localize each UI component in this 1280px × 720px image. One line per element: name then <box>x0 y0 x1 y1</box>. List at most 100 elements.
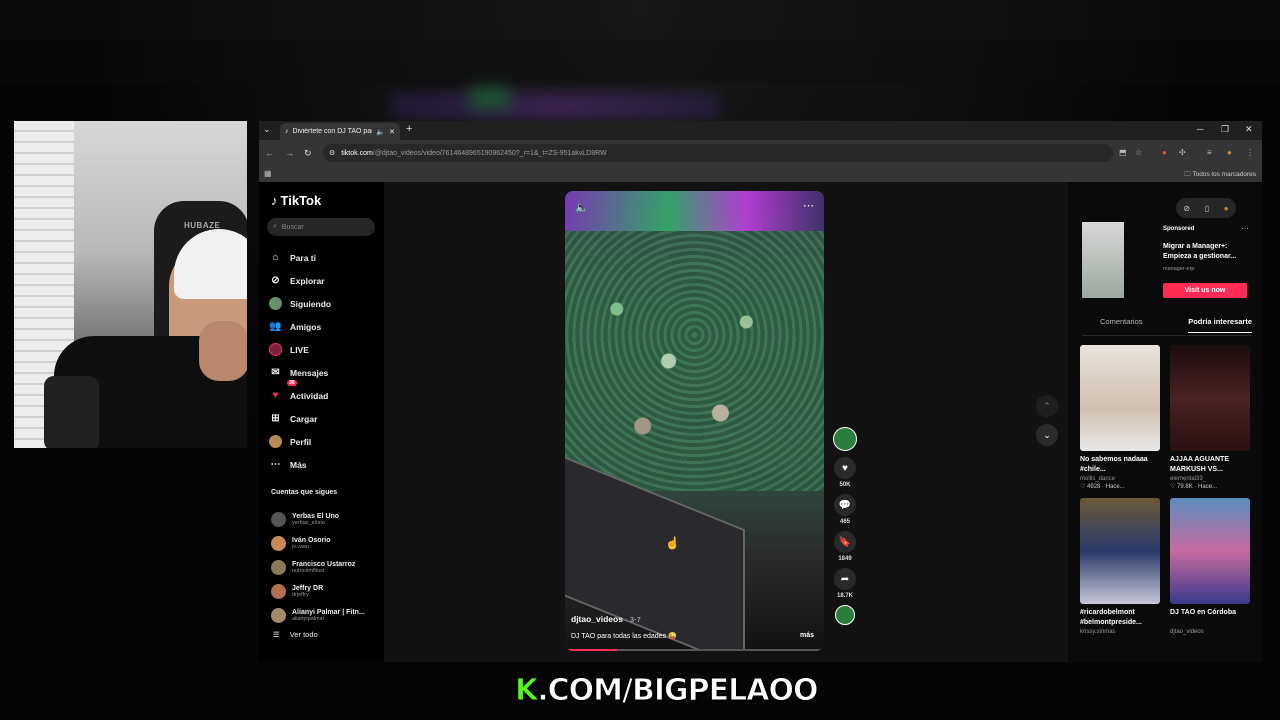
activity-icon: ♥ <box>272 390 279 401</box>
search-icon: ⌕ <box>273 223 277 230</box>
ad-more-icon[interactable]: ⋯ <box>1241 224 1249 233</box>
tiktok-favicon-icon: ♪ <box>285 128 289 135</box>
tab-podria-interesarte[interactable]: Podría interesarte <box>1188 317 1252 333</box>
site-info-icon[interactable]: ⚙ <box>329 149 335 157</box>
following-header: Cuentas que sigues <box>271 489 338 496</box>
nav-explorar[interactable]: ⊘ Explorar <box>269 269 331 292</box>
video-thumbnail <box>1170 498 1250 604</box>
back-icon[interactable]: ← <box>265 148 274 158</box>
new-tab-button[interactable]: + <box>406 123 412 135</box>
browser-menu-icon[interactable]: ⋮ <box>1246 148 1254 157</box>
video-player[interactable]: 🔈 ⋯ ☝ djtao_videos · 3-7 DJ TAO para tod… <box>565 191 824 651</box>
list-icon: ☰ <box>273 630 280 639</box>
share-icon[interactable]: ➦ <box>834 568 856 590</box>
device-icon[interactable]: ▯ <box>1205 204 1209 213</box>
video-author[interactable]: djtao_videos · 3-7 <box>571 614 641 624</box>
sponsored-ad[interactable]: Sponsored ⋯ Migrar a Manager+: Empieza a… <box>1082 222 1252 302</box>
tiktok-note-icon: ♪ <box>271 193 278 208</box>
video-navigation: ⌃ ⌄ <box>1036 395 1058 453</box>
tab-close-icon[interactable]: ✕ <box>389 128 395 136</box>
following-list: Yerbas El Uno yerbas_eluno Iván Osorio iv.… <box>271 507 365 627</box>
nav-mas[interactable]: ⋯ Más <box>269 453 331 476</box>
browser-tab[interactable]: ♪ Diviértete con DJ TAO para 🔈 ✕ <box>280 123 400 140</box>
microphone <box>44 376 99 448</box>
compass-icon: ⊘ <box>271 275 280 286</box>
video-thumbnail <box>1170 345 1250 451</box>
see-all-link[interactable]: ☰ Ver todo <box>273 630 318 639</box>
apps-grid-icon[interactable]: ▦ <box>264 169 272 178</box>
install-app-icon[interactable]: ⬒ <box>1119 148 1127 157</box>
browser-window: ⌄ ♪ Diviértete con DJ TAO para 🔈 ✕ + ─ ❐… <box>259 121 1262 662</box>
player-controls: ⊘ ▯ ● <box>1176 198 1236 218</box>
kick-channel-overlay: K .COM/BIGPELAOO <box>514 672 818 708</box>
nav-mensajes[interactable]: ✉ Mensajes <box>269 361 331 384</box>
nav-para-ti[interactable]: ⌂ Para ti <box>269 246 331 269</box>
video-thumbnail <box>1080 345 1160 451</box>
avatar <box>271 559 286 575</box>
like-icon[interactable]: ♥ <box>834 457 856 479</box>
user-avatar-icon[interactable]: ● <box>1224 204 1229 213</box>
extension-icon[interactable]: ● <box>1162 148 1167 157</box>
bookmark-icon[interactable]: 🔖 <box>834 531 856 553</box>
video-more-icon[interactable]: ⋯ <box>803 199 814 212</box>
home-icon: ⌂ <box>272 252 279 263</box>
following-item[interactable]: Yerbas El Uno yerbas_eluno <box>271 507 365 531</box>
address-toolbar: ← → ↻ ⚙ tiktok.com/@djtao_videos/video/7… <box>259 140 1262 167</box>
video-progress-bar[interactable] <box>565 649 824 651</box>
nav-cargar[interactable]: ⊞ Cargar <box>269 407 331 430</box>
all-bookmarks[interactable]: 🗀 Todos los marcadores <box>1184 170 1256 181</box>
nav-amigos[interactable]: 👥 Amigos <box>269 315 331 338</box>
video-card[interactable]: #ricardobelmont #belmontpreside... krissy… <box>1080 498 1160 635</box>
main-nav: ⌂ Para ti ⊘ Explorar Siguiendo 👥 Amigos LIV… <box>269 246 331 476</box>
following-item[interactable]: Iván Osorio iv.vaan <box>271 531 365 555</box>
following-item[interactable]: Francisco Ustarroz nutricionfitust <box>271 555 365 579</box>
tiktok-logo[interactable]: ♪ TikTok <box>271 193 321 208</box>
profile-icon <box>269 435 282 448</box>
sound-disc-icon[interactable] <box>835 605 855 625</box>
search-input[interactable]: ⌕ Buscar <box>267 218 375 236</box>
caption-more-link[interactable]: más <box>800 632 814 639</box>
restore-button[interactable]: ❐ <box>1221 124 1229 135</box>
avatar-icon <box>269 297 282 310</box>
media-control-icon[interactable]: ≡ <box>1207 148 1212 157</box>
recommended-grid: No sabemos nadaaa #chile... mollis_dance ♡… <box>1080 345 1252 635</box>
reload-icon[interactable]: ↻ <box>304 148 312 159</box>
sidebar: ♪ TikTok ⌕ Buscar ⌂ Para ti ⊘ Explorar Sig… <box>259 182 384 662</box>
nav-live[interactable]: LIVE <box>269 338 331 361</box>
avatar <box>271 535 286 551</box>
friends-icon: 👥 <box>269 321 282 332</box>
comment-icon[interactable]: 💬 <box>834 494 856 516</box>
video-card[interactable]: AJJAA AGUANTE MARKUSH VS... elemental33_ ♡… <box>1170 345 1250 490</box>
block-icon[interactable]: ⊘ <box>1183 204 1190 213</box>
volume-icon[interactable]: 🔈 <box>575 201 589 214</box>
avatar <box>271 583 286 599</box>
webcam-feed: HUBAZE <box>14 121 247 448</box>
nav-siguiendo[interactable]: Siguiendo <box>269 292 331 315</box>
visit-us-button[interactable]: Visit us now <box>1163 283 1247 298</box>
creator-avatar[interactable] <box>833 427 857 451</box>
video-thumbnail <box>1080 498 1160 604</box>
video-card[interactable]: No sabemos nadaaa #chile... mollis_dance ♡… <box>1080 345 1160 490</box>
profile-avatar-icon[interactable]: ● <box>1227 148 1232 157</box>
following-item[interactable]: Jeffry DR drjeffry <box>271 579 365 603</box>
close-window-button[interactable]: ✕ <box>1245 124 1253 135</box>
minimize-button[interactable]: ─ <box>1197 124 1203 134</box>
avatar <box>271 607 286 623</box>
tab-search-icon[interactable]: ⌄ <box>263 124 271 135</box>
nav-actividad[interactable]: ♥ 38 Actividad <box>269 380 331 407</box>
nav-perfil[interactable]: Perfil <box>269 430 331 453</box>
audio-icon: 🔈 <box>376 128 386 136</box>
live-icon <box>269 343 282 356</box>
next-video-icon[interactable]: ⌄ <box>1036 424 1058 446</box>
ad-thumbnail <box>1082 222 1124 298</box>
address-bar[interactable]: ⚙ tiktok.com/@djtao_videos/video/7614648… <box>323 144 1113 162</box>
forward-icon[interactable]: → <box>285 148 294 158</box>
bookmark-star-icon[interactable]: ☆ <box>1135 148 1142 157</box>
tab-comentarios[interactable]: Comentarios <box>1100 317 1143 333</box>
extensions-puzzle-icon[interactable]: ✣ <box>1179 148 1186 157</box>
following-item[interactable]: Alianyi Palmar | Fitn... alianyipalmar <box>271 603 365 627</box>
previous-video-icon[interactable]: ⌃ <box>1036 395 1058 417</box>
tiktok-page: ♪ TikTok ⌕ Buscar ⌂ Para ti ⊘ Explorar Sig… <box>259 182 1262 662</box>
video-card[interactable]: DJ TAO en Córdoba djtao_videos <box>1170 498 1250 635</box>
upload-icon: ⊞ <box>271 413 280 424</box>
